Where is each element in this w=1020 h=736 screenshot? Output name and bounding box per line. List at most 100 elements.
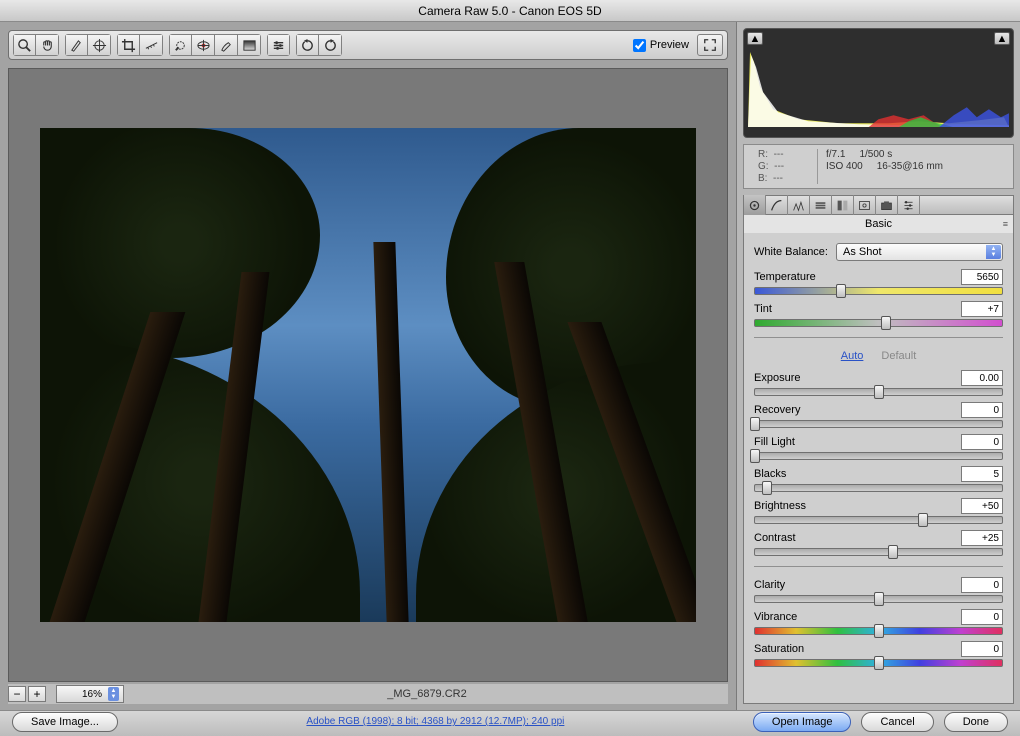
filllight-slider[interactable] — [754, 452, 1003, 460]
adjustment-brush-icon[interactable] — [215, 34, 238, 56]
temperature-value[interactable] — [961, 269, 1003, 285]
default-link[interactable]: Default — [881, 350, 916, 362]
temperature-label: Temperature — [754, 271, 816, 283]
filllight-value[interactable] — [961, 434, 1003, 450]
stepper-icon — [108, 687, 119, 701]
done-button[interactable]: Done — [944, 712, 1008, 732]
contrast-slider[interactable] — [754, 548, 1003, 556]
wb-select[interactable]: As Shot — [836, 243, 1003, 261]
redeye-tool-icon[interactable] — [192, 34, 215, 56]
zoom-tool-icon[interactable] — [13, 34, 36, 56]
panel-title: Basic ≡ — [743, 215, 1014, 233]
wb-label: White Balance: — [754, 246, 828, 258]
tab-tonecurve-icon[interactable] — [766, 195, 788, 215]
recovery-value[interactable] — [961, 402, 1003, 418]
slider-thumb[interactable] — [762, 481, 772, 495]
slider-thumb[interactable] — [874, 385, 884, 399]
tint-slider[interactable] — [754, 319, 1003, 327]
clarity-slider[interactable] — [754, 595, 1003, 603]
tab-splittone-icon[interactable] — [832, 195, 854, 215]
slider-thumb[interactable] — [750, 449, 760, 463]
recovery-slider[interactable] — [754, 420, 1003, 428]
preview-checkbox-input[interactable] — [633, 39, 646, 52]
exposure-slider[interactable] — [754, 388, 1003, 396]
tab-detail-icon[interactable] — [788, 195, 810, 215]
meta-g: G: --- — [758, 161, 809, 172]
panel-tabs — [743, 195, 1014, 215]
saturation-label: Saturation — [754, 643, 804, 655]
tab-hsl-icon[interactable] — [810, 195, 832, 215]
contrast-value[interactable] — [961, 530, 1003, 546]
saturation-slider[interactable] — [754, 659, 1003, 667]
tab-lenscorr-icon[interactable] — [854, 195, 876, 215]
brightness-label: Brightness — [754, 500, 806, 512]
workflow-options-link[interactable]: Adobe RGB (1998); 8 bit; 4368 by 2912 (1… — [306, 716, 564, 727]
slider-thumb[interactable] — [836, 284, 846, 298]
meta-lens: 16-35@16 mm — [877, 161, 943, 172]
tab-camera-cal-icon[interactable] — [876, 195, 898, 215]
meta-aperture: f/7.1 — [826, 149, 845, 160]
slider-thumb[interactable] — [874, 624, 884, 638]
tab-presets-icon[interactable] — [898, 195, 920, 215]
slider-thumb[interactable] — [750, 417, 760, 431]
color-sampler-icon[interactable] — [88, 34, 111, 56]
temperature-slider[interactable] — [754, 287, 1003, 295]
divider — [754, 337, 1003, 338]
slider-thumb[interactable] — [888, 545, 898, 559]
slider-thumb[interactable] — [918, 513, 928, 527]
rotate-ccw-icon[interactable] — [296, 34, 319, 56]
slider-thumb[interactable] — [874, 656, 884, 670]
blacks-slider[interactable] — [754, 484, 1003, 492]
filename-label: _MG_6879.CR2 — [126, 688, 728, 700]
hand-tool-icon[interactable] — [36, 34, 59, 56]
tab-basic-icon[interactable] — [744, 195, 766, 215]
wb-tool-icon[interactable] — [65, 34, 88, 56]
recovery-label: Recovery — [754, 404, 800, 416]
filllight-label: Fill Light — [754, 436, 795, 448]
slider-thumb[interactable] — [874, 592, 884, 606]
preview-label: Preview — [650, 39, 689, 51]
graduated-filter-icon[interactable] — [238, 34, 261, 56]
window-titlebar: Camera Raw 5.0 - Canon EOS 5D — [0, 0, 1020, 22]
zoom-value: 16% — [82, 689, 102, 700]
crop-tool-icon[interactable] — [117, 34, 140, 56]
meta-iso: ISO 400 — [826, 161, 863, 172]
histogram[interactable]: ▲ ▲ — [743, 28, 1014, 138]
zoom-in-button[interactable]: + — [28, 686, 46, 702]
toolbar: Preview — [8, 30, 728, 60]
preview-checkbox[interactable]: Preview — [633, 39, 689, 52]
blacks-label: Blacks — [754, 468, 786, 480]
brightness-slider[interactable] — [754, 516, 1003, 524]
vibrance-value[interactable] — [961, 609, 1003, 625]
meta-b: B: --- — [758, 173, 809, 184]
zoom-out-button[interactable]: − — [8, 686, 26, 702]
tint-value[interactable] — [961, 301, 1003, 317]
exposure-value[interactable] — [961, 370, 1003, 386]
tint-label: Tint — [754, 303, 772, 315]
cancel-button[interactable]: Cancel — [861, 712, 933, 732]
stepper-icon — [986, 245, 1001, 259]
prefs-icon[interactable] — [267, 34, 290, 56]
straighten-tool-icon[interactable] — [140, 34, 163, 56]
window-title: Camera Raw 5.0 - Canon EOS 5D — [418, 4, 601, 18]
contrast-label: Contrast — [754, 532, 796, 544]
panel-menu-icon[interactable]: ≡ — [1003, 219, 1007, 229]
vibrance-slider[interactable] — [754, 627, 1003, 635]
saturation-value[interactable] — [961, 641, 1003, 657]
spot-removal-icon[interactable] — [169, 34, 192, 56]
brightness-value[interactable] — [961, 498, 1003, 514]
open-image-button[interactable]: Open Image — [753, 712, 852, 732]
highlight-clip-toggle-icon[interactable]: ▲ — [994, 32, 1010, 45]
fullscreen-toggle-icon[interactable] — [697, 34, 723, 56]
rotate-cw-icon[interactable] — [319, 34, 342, 56]
auto-link[interactable]: Auto — [841, 350, 864, 362]
meta-shutter: 1/500 s — [859, 149, 892, 160]
shadow-clip-toggle-icon[interactable]: ▲ — [747, 32, 763, 45]
clarity-label: Clarity — [754, 579, 785, 591]
save-image-button[interactable]: Save Image... — [12, 712, 118, 732]
image-preview[interactable] — [8, 68, 728, 682]
blacks-value[interactable] — [961, 466, 1003, 482]
clarity-value[interactable] — [961, 577, 1003, 593]
zoom-level-select[interactable]: 16% — [56, 685, 124, 703]
slider-thumb[interactable] — [881, 316, 891, 330]
